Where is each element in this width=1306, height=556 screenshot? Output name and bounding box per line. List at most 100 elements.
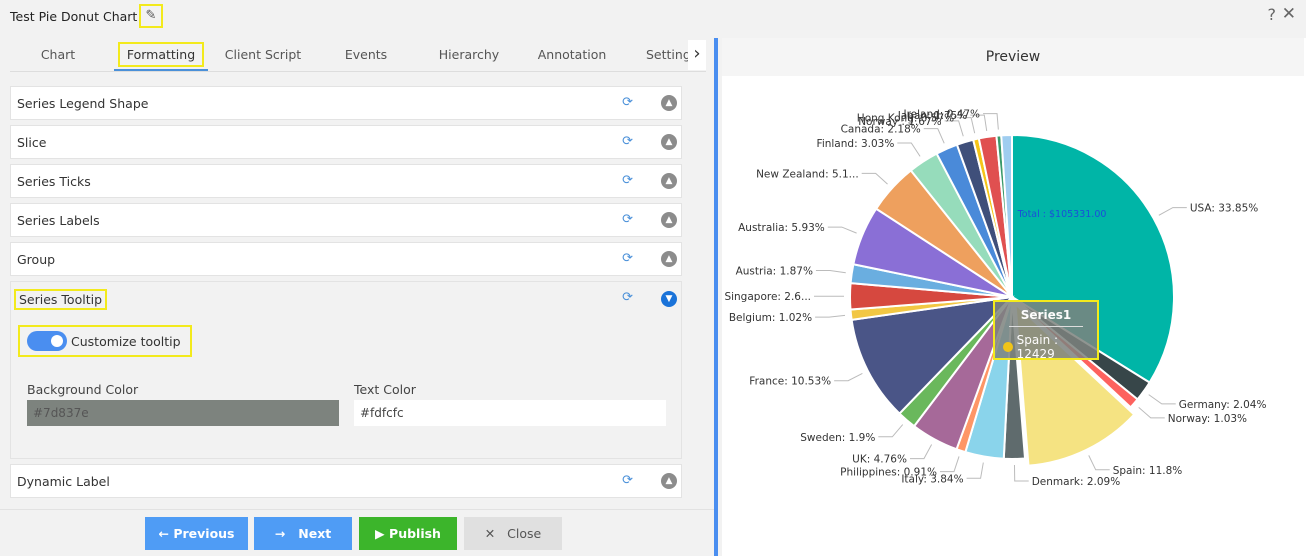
x-icon: ✕ bbox=[484, 526, 496, 541]
slice-label: Norway: 1.03% bbox=[1168, 413, 1247, 425]
section-slice[interactable]: Slice ⟳ ▲ bbox=[10, 125, 682, 159]
close-label: Close bbox=[507, 526, 542, 541]
tab-annotation[interactable]: Annotation bbox=[532, 38, 612, 71]
label-leader-line bbox=[966, 462, 984, 479]
reset-icon[interactable]: ⟳ bbox=[622, 473, 633, 488]
reset-icon[interactable]: ⟳ bbox=[622, 290, 633, 305]
label-leader-line bbox=[909, 444, 933, 460]
section-label: Series Labels bbox=[17, 213, 100, 228]
publish-label: Publish bbox=[389, 526, 441, 541]
slice-label: Ireland: 0.47% bbox=[903, 109, 980, 121]
label-leader-line bbox=[827, 226, 857, 234]
section-label: Series Legend Shape bbox=[17, 96, 149, 111]
section-label[interactable]: Series Tooltip bbox=[13, 289, 108, 310]
chevron-up-icon[interactable]: ▲ bbox=[661, 95, 677, 111]
background-color-input[interactable]: #7d837e bbox=[27, 400, 339, 426]
play-icon: ▶ bbox=[375, 526, 385, 541]
close-window-icon[interactable]: ✕ bbox=[1282, 4, 1296, 24]
tab-formatting-label: Formatting bbox=[117, 42, 205, 67]
reset-icon[interactable]: ⟳ bbox=[622, 212, 633, 227]
slice-label: Spain: 11.8% bbox=[1113, 465, 1183, 477]
footer: ← Previous → Next ▶ Publish ✕ Close bbox=[0, 509, 714, 556]
tab-bar: Chart Formatting Client Script Events Hi… bbox=[10, 38, 706, 72]
preview-panel: Preview USA: 33.85% Germany: 2.04% Norway:… bbox=[722, 38, 1306, 556]
customize-tooltip-toggle-group: Customize tooltip bbox=[18, 325, 192, 357]
label-leader-line bbox=[897, 142, 921, 157]
slice-label: Finland: 3.03% bbox=[817, 138, 895, 150]
tab-client-script[interactable]: Client Script bbox=[220, 38, 306, 71]
section-dynamic-label[interactable]: Dynamic Label ⟳ ▲ bbox=[10, 464, 682, 498]
slice-label: Denmark: 2.09% bbox=[1032, 476, 1121, 488]
text-color-label: Text Color bbox=[354, 382, 416, 397]
customize-tooltip-toggle[interactable] bbox=[27, 331, 67, 351]
section-series-tooltip: Series Tooltip ⟳ ▼ Customize tooltip Bac… bbox=[10, 281, 682, 459]
slice-label: Belgium: 1.02% bbox=[729, 312, 812, 324]
help-icon[interactable]: ? bbox=[1268, 5, 1277, 24]
label-leader-line bbox=[923, 128, 945, 144]
label-leader-line bbox=[1088, 455, 1110, 471]
background-color-label: Background Color bbox=[27, 382, 139, 397]
slice-label: Sweden: 1.9% bbox=[800, 432, 875, 444]
chart-tooltip: Series1 Spain : 12429 bbox=[993, 300, 1099, 361]
tooltip-title: Series1 bbox=[1009, 308, 1083, 327]
tooltip-text: Spain : 12429 bbox=[1016, 333, 1059, 361]
text-color-input[interactable]: #fdfcfc bbox=[354, 400, 666, 426]
title-bar: Test Pie Donut Chart ✎ ? ✕ bbox=[0, 0, 1306, 36]
reset-icon[interactable]: ⟳ bbox=[622, 173, 633, 188]
section-group[interactable]: Group ⟳ ▲ bbox=[10, 242, 682, 276]
previous-button[interactable]: ← Previous bbox=[145, 517, 248, 550]
section-label: Series Ticks bbox=[17, 174, 91, 189]
arrow-left-icon: ← bbox=[158, 526, 169, 541]
reset-icon[interactable]: ⟳ bbox=[622, 95, 633, 110]
section-series-labels[interactable]: Series Labels ⟳ ▲ bbox=[10, 203, 682, 237]
slice-label: New Zealand: 5.1... bbox=[756, 168, 859, 180]
label-leader-line bbox=[939, 456, 960, 473]
tabs-scroll-right-icon[interactable]: › bbox=[688, 40, 706, 70]
tab-formatting[interactable]: Formatting bbox=[114, 38, 208, 71]
chevron-up-icon[interactable]: ▲ bbox=[661, 251, 677, 267]
section-label: Group bbox=[17, 252, 56, 267]
arrow-right-icon: → bbox=[274, 526, 286, 541]
next-button[interactable]: → Next bbox=[254, 517, 352, 550]
label-leader-line bbox=[1138, 406, 1165, 419]
label-leader-line bbox=[834, 372, 863, 382]
panel-resize-handle[interactable] bbox=[714, 38, 718, 556]
edit-title-icon[interactable]: ✎ bbox=[139, 4, 163, 28]
next-label: Next bbox=[298, 526, 332, 541]
slice-label: Germany: 2.04% bbox=[1179, 399, 1267, 411]
section-series-ticks[interactable]: Series Ticks ⟳ ▲ bbox=[10, 164, 682, 198]
tab-events[interactable]: Events bbox=[340, 38, 392, 71]
toggle-label: Customize tooltip bbox=[71, 333, 181, 349]
slice-label: UK: 4.76% bbox=[852, 454, 907, 466]
slice-label: France: 10.53% bbox=[749, 376, 831, 388]
slice-label: Singapore: 2.6... bbox=[724, 291, 811, 303]
chevron-up-icon[interactable]: ▲ bbox=[661, 473, 677, 489]
section-label: Slice bbox=[17, 135, 47, 150]
slice-label: Philippines: 0.91% bbox=[840, 467, 937, 479]
label-leader-line bbox=[815, 269, 846, 274]
tab-chart[interactable]: Chart bbox=[30, 38, 86, 71]
total-label: Total : $105331.00 bbox=[1017, 209, 1107, 220]
label-leader-line bbox=[861, 172, 888, 185]
tab-hierarchy[interactable]: Hierarchy bbox=[434, 38, 504, 71]
tooltip-marker bbox=[1003, 342, 1013, 352]
section-series-legend-shape[interactable]: Series Legend Shape ⟳ ▲ bbox=[10, 86, 682, 120]
label-leader-line bbox=[1158, 207, 1187, 216]
section-label: Dynamic Label bbox=[17, 474, 110, 489]
chevron-up-icon[interactable]: ▲ bbox=[661, 134, 677, 150]
reset-icon[interactable]: ⟳ bbox=[622, 134, 633, 149]
slice-label: Australia: 5.93% bbox=[738, 222, 825, 234]
chevron-down-icon[interactable]: ▼ bbox=[661, 291, 677, 307]
publish-button[interactable]: ▶ Publish bbox=[359, 517, 457, 550]
chevron-up-icon[interactable]: ▲ bbox=[661, 173, 677, 189]
label-leader-line bbox=[878, 424, 904, 438]
preview-title: Preview bbox=[722, 38, 1304, 76]
label-leader-line bbox=[1013, 464, 1029, 482]
reset-icon[interactable]: ⟳ bbox=[622, 251, 633, 266]
previous-label: Previous bbox=[173, 526, 235, 541]
chart-title: Test Pie Donut Chart bbox=[10, 9, 138, 24]
chevron-up-icon[interactable]: ▲ bbox=[661, 212, 677, 228]
label-leader-line bbox=[1148, 394, 1176, 405]
close-button[interactable]: ✕ Close bbox=[464, 517, 562, 550]
slice-label: Austria: 1.87% bbox=[736, 265, 813, 277]
